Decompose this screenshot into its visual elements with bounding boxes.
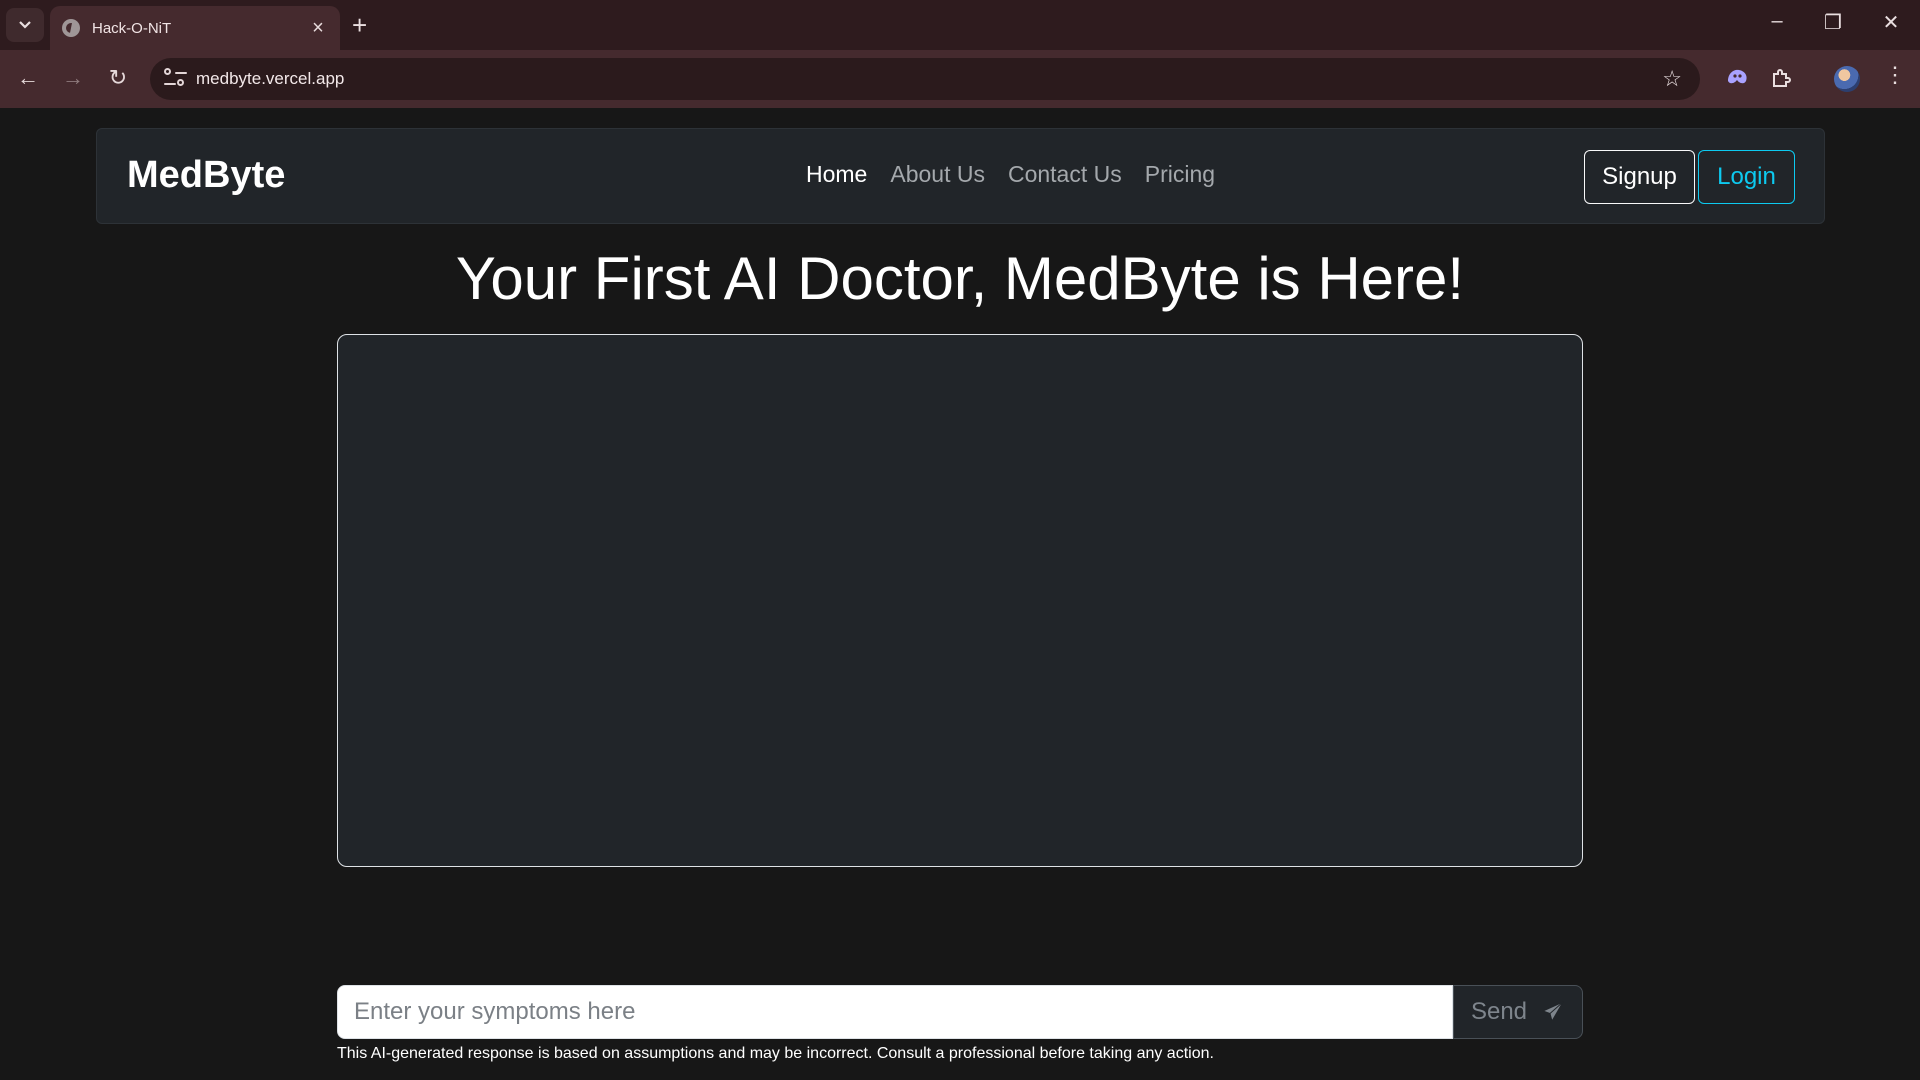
more-menu-icon[interactable]: ⋮ (1884, 62, 1906, 88)
login-button[interactable]: Login (1698, 150, 1795, 204)
extensions-icon[interactable] (1770, 67, 1792, 94)
page-title: Your First AI Doctor, MedByte is Here! (455, 245, 1465, 312)
chat-response-area[interactable] (337, 334, 1583, 867)
browser-toolbar: ← → ↻ medbyte.vercel.app ☆ (0, 50, 1920, 108)
site-settings-icon[interactable] (164, 68, 188, 90)
send-button[interactable]: Send (1453, 985, 1583, 1039)
browser-tab[interactable]: Hack-O-NiT × (50, 6, 340, 50)
url-text[interactable]: medbyte.vercel.app (196, 69, 344, 89)
nav-link-contact[interactable]: Contact Us (1008, 161, 1122, 188)
globe-icon (62, 19, 80, 37)
minimize-icon[interactable]: – (1757, 10, 1797, 33)
reload-icon[interactable]: ↻ (103, 65, 133, 91)
profile-avatar-icon[interactable] (1834, 66, 1860, 92)
star-icon[interactable]: ☆ (1662, 66, 1682, 92)
restore-icon[interactable]: ❐ (1813, 10, 1853, 35)
nav-link-home[interactable]: Home (806, 161, 867, 188)
symptom-composer: Send (337, 985, 1583, 1039)
close-icon[interactable]: × (308, 18, 328, 38)
gemini-icon[interactable] (1725, 67, 1749, 92)
nav-link-about[interactable]: About Us (890, 161, 985, 188)
browser-tab-bar: Hack-O-NiT × + – ❐ ✕ (0, 0, 1920, 50)
address-bar[interactable]: medbyte.vercel.app ☆ (150, 58, 1700, 100)
tab-title: Hack-O-NiT (92, 19, 172, 37)
back-arrow-icon[interactable]: ← (13, 65, 43, 91)
send-paper-plane-icon (1541, 1000, 1565, 1023)
send-label: Send (1470, 998, 1528, 1025)
plus-icon[interactable]: + (352, 12, 367, 38)
ai-disclaimer: This AI-generated response is based on a… (337, 1045, 1214, 1062)
brand-logo[interactable]: MedByte (127, 154, 285, 197)
tab-list-icon (19, 21, 31, 29)
symptom-input[interactable] (337, 985, 1453, 1039)
nav-links: Home About Us Contact Us Pricing (806, 161, 1215, 188)
nav-link-pricing[interactable]: Pricing (1145, 161, 1215, 188)
site-navbar: MedByte Home About Us Contact Us Pricing… (96, 128, 1825, 224)
forward-arrow-icon[interactable]: → (58, 65, 88, 91)
window-close-icon[interactable]: ✕ (1871, 10, 1911, 35)
web-page: MedByte Home About Us Contact Us Pricing… (0, 108, 1920, 1080)
signup-button[interactable]: Signup (1584, 150, 1695, 204)
tab-list-button[interactable] (6, 8, 44, 42)
